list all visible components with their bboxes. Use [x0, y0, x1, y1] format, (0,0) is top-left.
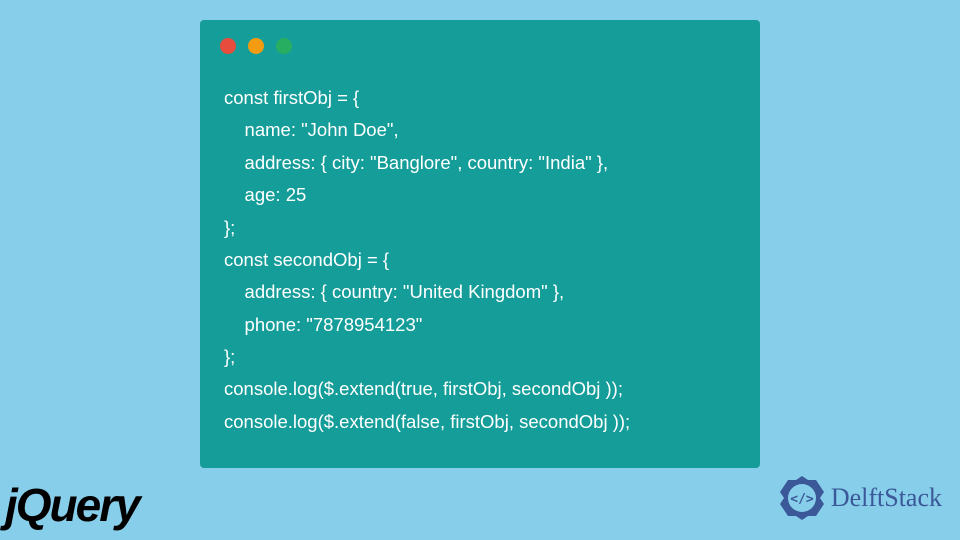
delftstack-text: DelftStack: [831, 483, 942, 513]
code-line: console.log($.extend(false, firstObj, se…: [224, 411, 630, 432]
code-line: address: { country: "United Kingdom" },: [224, 281, 564, 302]
window-controls: [200, 20, 760, 62]
code-line: name: "John Doe",: [224, 119, 399, 140]
code-line: const secondObj = {: [224, 249, 389, 270]
code-line: age: 25: [224, 184, 306, 205]
code-line: };: [224, 346, 235, 367]
code-content: const firstObj = { name: "John Doe", add…: [200, 62, 760, 458]
jquery-logo: jQuery: [5, 478, 139, 532]
svg-text:</>: </>: [790, 492, 814, 507]
window-minimize-dot: [248, 38, 264, 54]
code-line: };: [224, 217, 235, 238]
code-line: phone: "7878954123": [224, 314, 422, 335]
delftstack-logo: </> DelftStack: [778, 474, 942, 522]
gear-icon: </>: [778, 474, 826, 522]
window-close-dot: [220, 38, 236, 54]
window-maximize-dot: [276, 38, 292, 54]
code-line: const firstObj = {: [224, 87, 359, 108]
code-line: console.log($.extend(true, firstObj, sec…: [224, 378, 623, 399]
code-line: address: { city: "Banglore", country: "I…: [224, 152, 608, 173]
code-window: const firstObj = { name: "John Doe", add…: [200, 20, 760, 468]
